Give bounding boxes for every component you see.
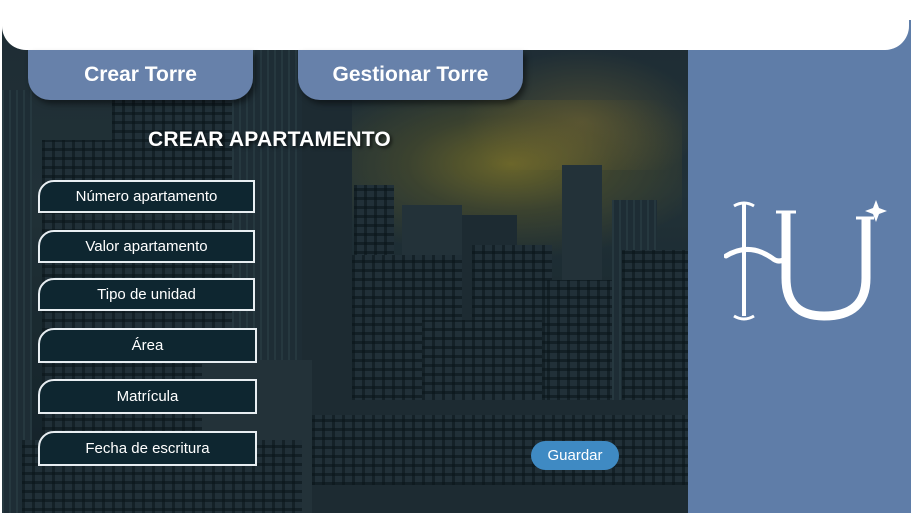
fecha-de-escritura-field[interactable]: Fecha de escritura — [38, 431, 257, 466]
hu-monogram-logo — [724, 200, 887, 321]
valor-apartamento-field[interactable]: Valor apartamento — [38, 230, 255, 263]
save-button[interactable]: Guardar — [531, 441, 619, 470]
numero-apartamento-field[interactable]: Número apartamento — [38, 180, 255, 213]
app-window: Crear Torre Gestionar Torre CREAR APARTA… — [0, 0, 911, 515]
side-panel — [688, 20, 911, 513]
tipo-de-unidad-field[interactable]: Tipo de unidad — [38, 278, 255, 311]
area-field[interactable]: Área — [38, 328, 257, 363]
tab-gestionar-torre[interactable]: Gestionar Torre — [298, 50, 523, 100]
form-title: CREAR APARTAMENTO — [148, 128, 391, 151]
top-bar — [2, 0, 909, 50]
matricula-field[interactable]: Matrícula — [38, 379, 257, 414]
tab-crear-torre[interactable]: Crear Torre — [28, 50, 253, 100]
